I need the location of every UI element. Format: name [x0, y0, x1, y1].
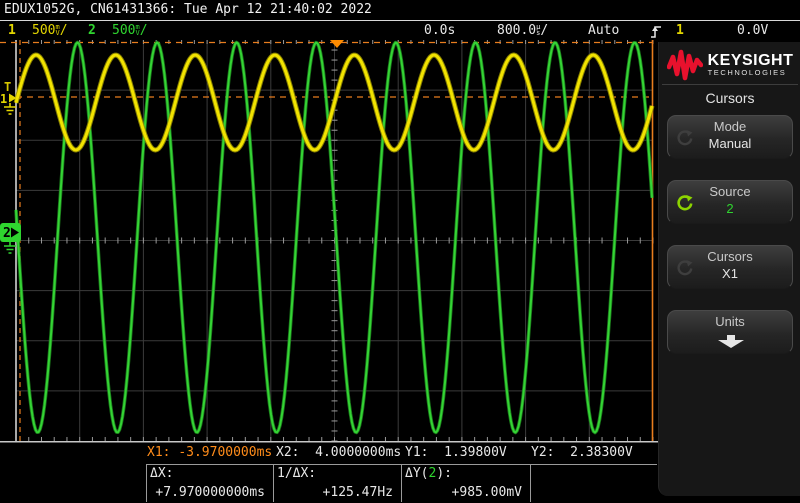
cursor-x2-readout: X2: 4.0000000ms [276, 445, 402, 460]
ch2-unit: mV [135, 23, 140, 37]
ch1-number[interactable]: 1 [8, 23, 16, 38]
delta-y-label: ΔY(2): [405, 466, 452, 481]
trigger-time-marker[interactable] [330, 40, 344, 48]
trigger-channel[interactable]: 1 [676, 23, 684, 38]
softkey-label: Units [715, 314, 745, 329]
svg-text:2: 2 [3, 226, 11, 241]
knob-icon [677, 260, 693, 276]
brand-name: KEYSIGHT [707, 52, 794, 69]
softkey-menu-panel: KEYSIGHT TECHNOLOGIES Cursors Mode Manua… [658, 42, 800, 496]
title-separator [0, 20, 800, 21]
svg-text:1: 1 [0, 92, 7, 106]
time-offset[interactable]: 0.0s [424, 23, 455, 38]
ch2-scale[interactable]: 500m V/ [112, 23, 148, 38]
knob-icon [677, 130, 693, 146]
oscilloscope-screen: EDUX1052G, CN61431366: Tue Apr 12 21:40:… [0, 0, 800, 503]
cursor-y1-readout: Y1: 1.39800V [405, 445, 507, 460]
keysight-logo: KEYSIGHT TECHNOLOGIES [659, 49, 800, 81]
rising-edge-icon [651, 26, 661, 38]
delta-x-cell: ΔX: +7.970000000ms [146, 465, 273, 502]
acquisition-mode[interactable]: Auto [588, 23, 619, 38]
waveform-display[interactable]: T 1 2 [0, 40, 658, 443]
delta-x-label: ΔX: [150, 466, 174, 481]
empty-cell [531, 465, 657, 502]
timebase[interactable]: 800.0µ s/ [497, 23, 548, 38]
inverse-delta-x-cell: 1/ΔX: +125.47Hz [273, 465, 401, 502]
inverse-delta-x-label: 1/ΔX: [277, 466, 317, 481]
sidebar-divider [662, 84, 798, 85]
brand-subtitle: TECHNOLOGIES [707, 68, 787, 77]
ch1-ground-marker[interactable]: 1 [0, 92, 17, 115]
delta-y-value: +985.00mV [451, 485, 522, 500]
inverse-delta-x-value: +125.47Hz [322, 485, 393, 500]
softkey-cursors-button[interactable]: Cursors X1 [667, 245, 793, 289]
down-arrow-icon [718, 335, 744, 348]
knob-icon-active [677, 195, 693, 211]
menu-title: Cursors [705, 90, 755, 106]
ch2-number[interactable]: 2 [88, 23, 96, 38]
softkey-source-button[interactable]: Source 2 [667, 180, 793, 224]
delta-y-cell: ΔY(2): +985.00mV [401, 465, 531, 502]
cursor-x1-readout: X1: -3.9700000ms [147, 445, 273, 460]
instrument-title: EDUX1052G, CN61431366: Tue Apr 12 21:40:… [4, 2, 372, 17]
keysight-spark-icon [666, 49, 703, 81]
softkey-mode-button[interactable]: Mode Manual [667, 115, 793, 159]
ch1-unit: mV [55, 23, 60, 37]
cursor-y2-readout: Y2: 2.38300V [531, 445, 633, 460]
cursor-delta-table: ΔX: +7.970000000ms 1/ΔX: +125.47Hz ΔY(2)… [146, 464, 657, 502]
softkey-units-button[interactable]: Units [667, 310, 793, 354]
timebase-unit: µs [536, 23, 541, 37]
delta-x-value: +7.970000000ms [155, 485, 265, 500]
ch1-scale[interactable]: 500m V/ [32, 23, 68, 38]
trigger-level[interactable]: 0.0V [737, 23, 768, 38]
